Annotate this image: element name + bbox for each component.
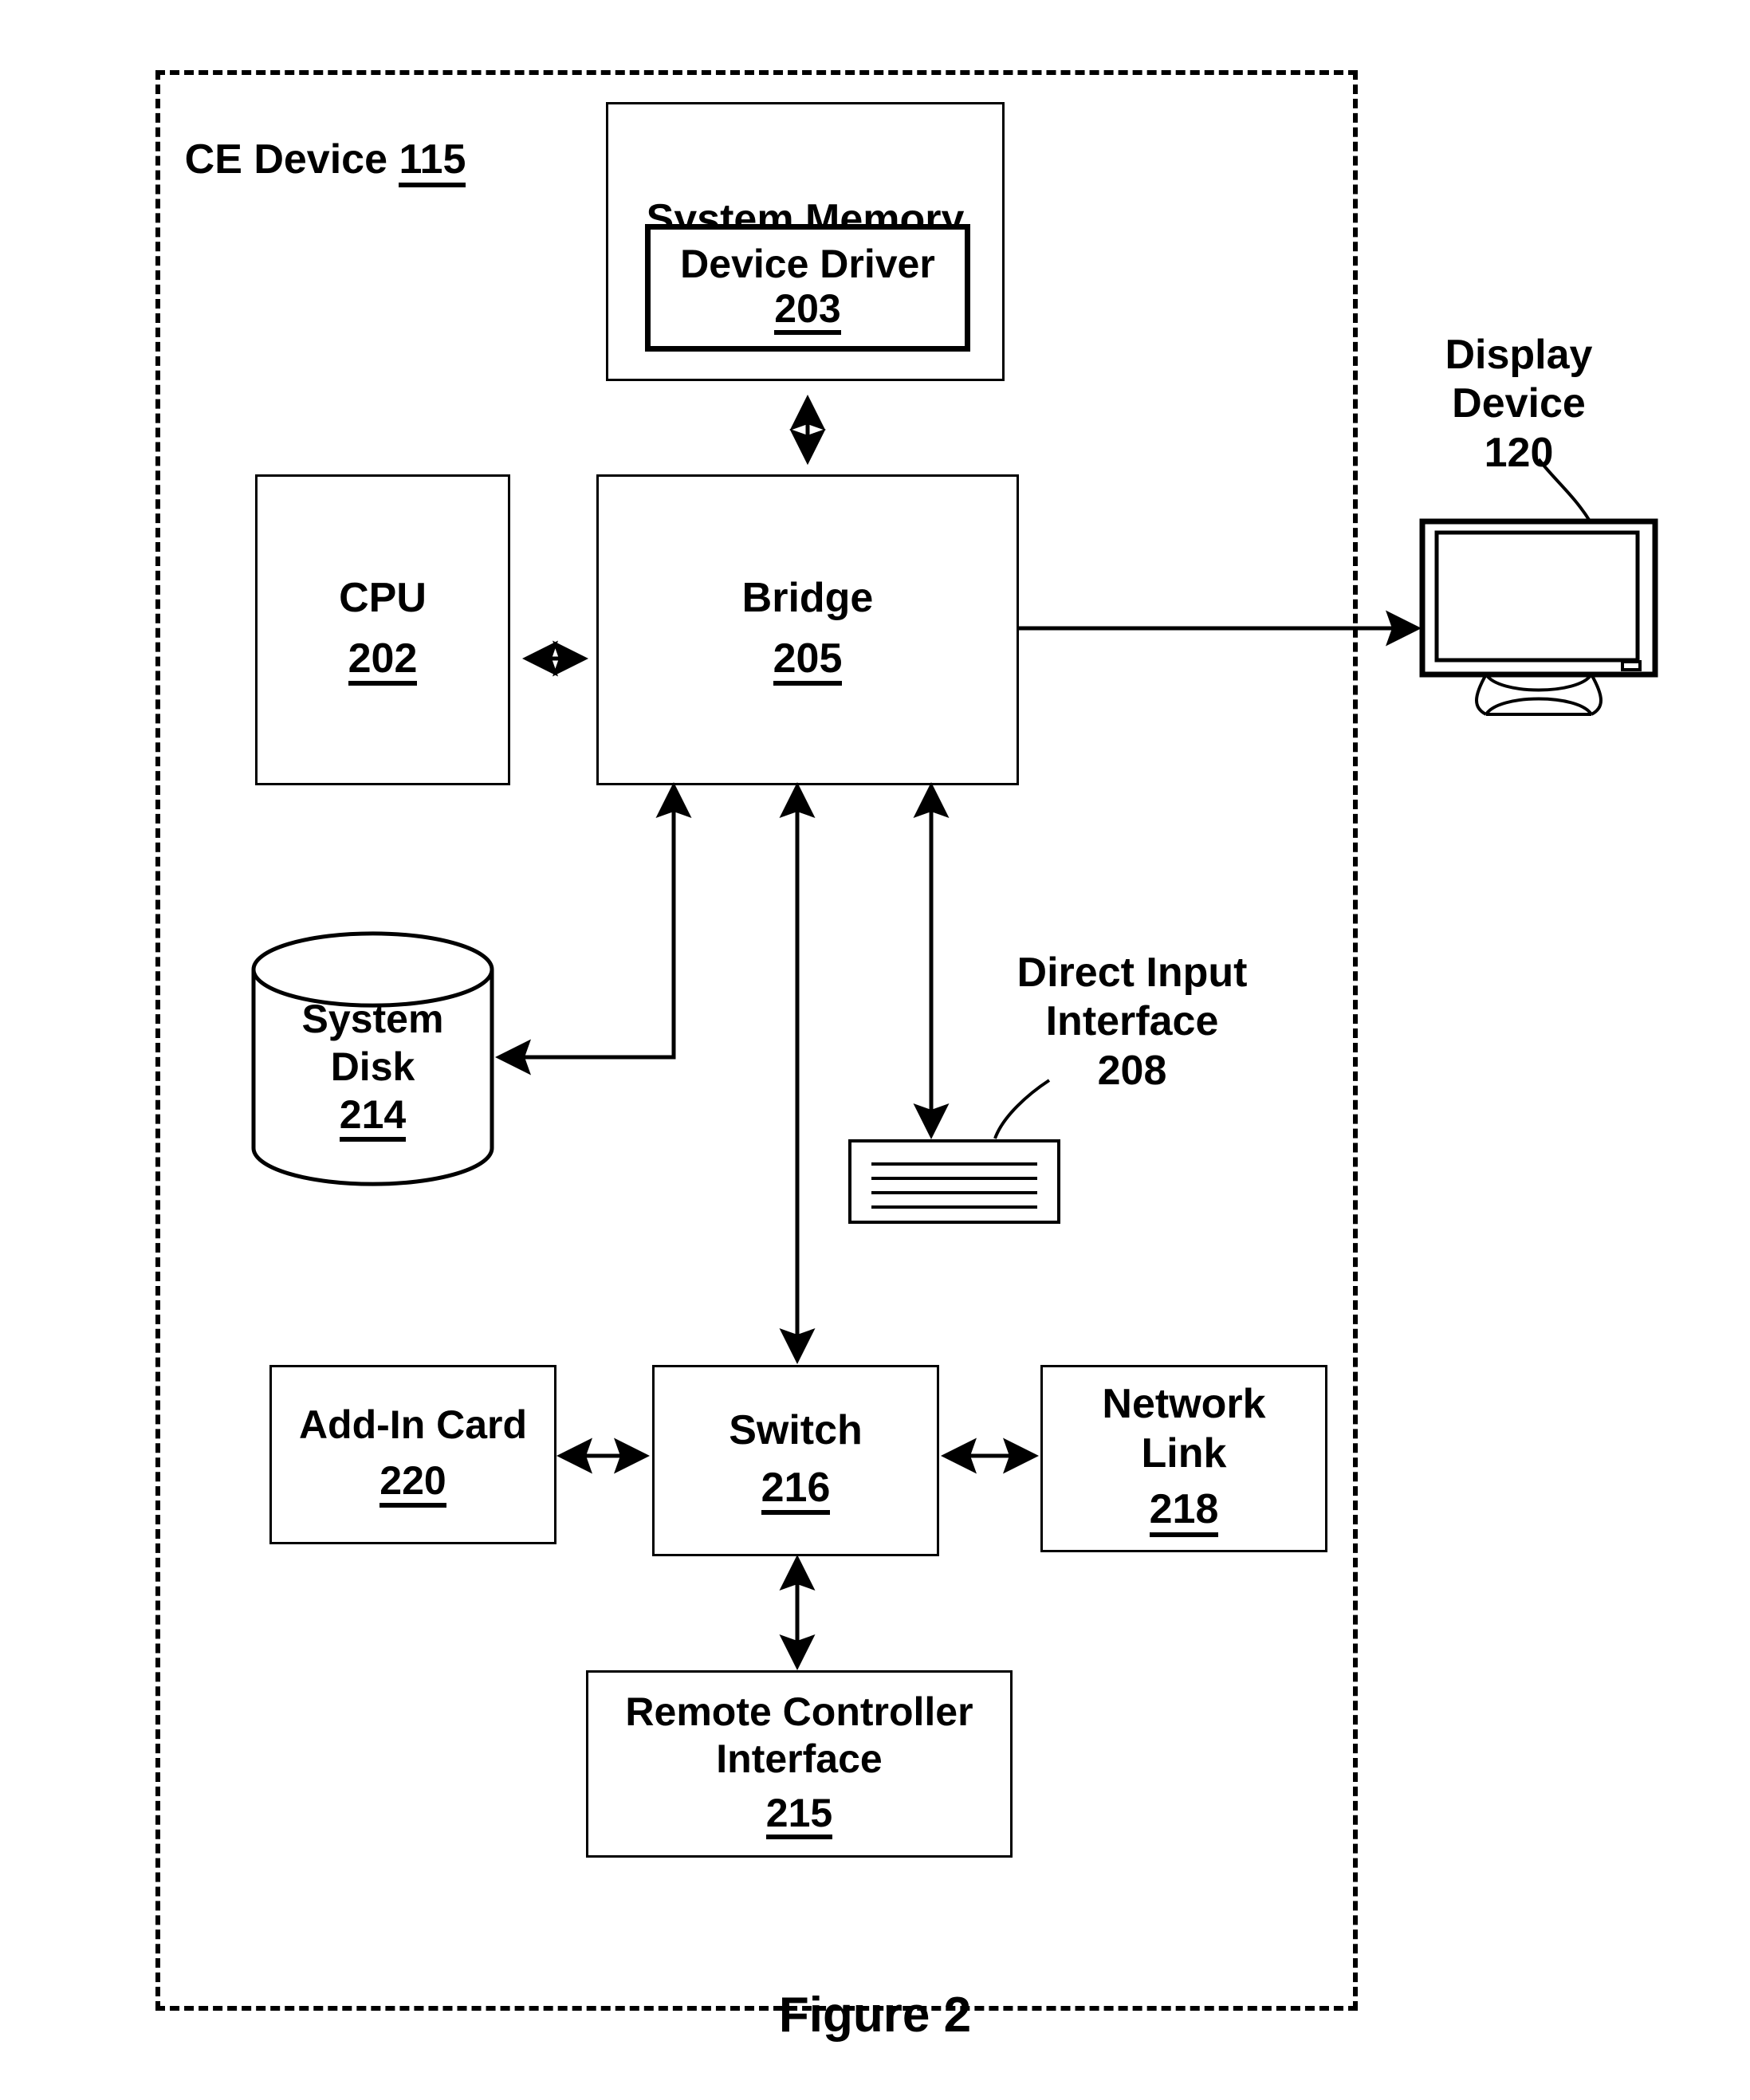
system-disk-ref: 214 — [339, 1094, 407, 1142]
switch-block: Switch 216 — [652, 1365, 939, 1556]
display-monitor-icon — [1419, 518, 1658, 716]
device-driver-title: Device Driver — [680, 241, 935, 286]
remote-controller-interface-ref: 215 — [765, 1792, 833, 1840]
add-in-card-ref: 220 — [379, 1460, 446, 1508]
switch-title: Switch — [729, 1406, 863, 1453]
bridge-title: Bridge — [741, 574, 874, 621]
cpu-ref: 202 — [348, 637, 418, 686]
ce-device-name: CE Device — [184, 136, 388, 183]
add-in-card-block: Add-In Card 220 — [269, 1365, 556, 1544]
display-device-label: Display Device 120 — [1387, 331, 1650, 478]
system-disk-title-line1: System — [301, 997, 444, 1041]
figure-canvas: CE Device 115 System Memory 204 Device D… — [0, 0, 1750, 2100]
ce-device-label: CE Device 115 — [182, 136, 469, 187]
ce-device-ref: 115 — [399, 138, 466, 187]
device-driver-ref: 203 — [774, 288, 841, 336]
keyboard-icon — [848, 1139, 1060, 1224]
network-link-title-line2: Link — [1141, 1429, 1227, 1477]
direct-input-keyboard-graphic — [847, 1138, 1061, 1225]
system-disk-title-line2: Disk — [330, 1044, 415, 1089]
network-link-title-line1: Network — [1102, 1381, 1266, 1428]
cpu-title: CPU — [339, 574, 427, 621]
remote-controller-interface-title-line1: Remote Controller — [625, 1689, 973, 1734]
direct-input-interface-label: Direct Input Interface 208 — [997, 949, 1268, 1095]
display-device-title-line1: Display — [1445, 332, 1593, 378]
direct-input-interface-ref: 208 — [1097, 1047, 1167, 1094]
direct-input-interface-title-line2: Interface — [1045, 998, 1219, 1045]
bridge-block: Bridge 205 — [596, 474, 1019, 785]
network-link-ref: 218 — [1149, 1488, 1219, 1537]
cpu-block: CPU 202 — [255, 474, 510, 785]
direct-input-interface-title-line1: Direct Input — [1017, 950, 1248, 996]
display-device-title-line2: Device — [1452, 380, 1586, 427]
device-driver-block: Device Driver 203 — [645, 224, 970, 352]
bridge-ref: 205 — [773, 637, 843, 686]
display-monitor-graphic — [1419, 518, 1658, 726]
figure-caption: Figure 2 — [778, 1988, 972, 2043]
system-disk-block: System Disk 214 — [251, 931, 494, 1186]
add-in-card-title: Add-In Card — [298, 1402, 528, 1448]
display-device-ref: 120 — [1484, 429, 1554, 476]
remote-controller-interface-title-line2: Interface — [716, 1736, 883, 1781]
network-link-block: Network Link 218 — [1040, 1365, 1327, 1552]
system-disk-label: System Disk 214 — [251, 995, 494, 1142]
switch-ref: 216 — [761, 1466, 831, 1516]
system-memory-block: System Memory 204 Device Driver 203 — [606, 102, 1005, 381]
remote-controller-interface-block: Remote Controller Interface 215 — [586, 1670, 1013, 1858]
